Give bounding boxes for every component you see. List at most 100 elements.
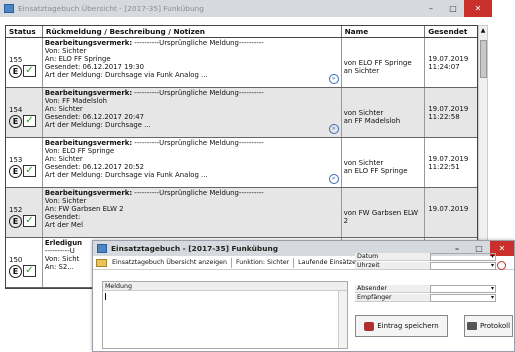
- note-line: Gesendet: 06.12.2017 20:52: [44, 163, 144, 171]
- overview-titlebar: Einsatztagebuch Übersicht - [2017-35] Fu…: [0, 0, 492, 17]
- note-line: An: FW Garbsen ELW 2: [44, 205, 124, 213]
- sent-cell: 19.07.2019 11:24:07: [425, 38, 477, 87]
- table-row[interactable]: 153 E ✓ Bearbeitungsvermerk: ----------Ursp…: [6, 138, 477, 188]
- save-entry-button[interactable]: Eintrag speichern: [355, 315, 448, 337]
- sender-dropdown[interactable]: ▾: [430, 285, 496, 293]
- status-e-icon: E: [9, 265, 22, 278]
- table-header: Status Rückmeldung / Beschreibung / Noti…: [6, 26, 477, 38]
- status-e-icon: E: [9, 165, 22, 178]
- col-name[interactable]: Name: [342, 26, 426, 37]
- protocol-button[interactable]: Protokoll: [464, 315, 513, 337]
- sent-time: 11:22:51: [428, 163, 460, 171]
- save-pin-icon: [364, 321, 375, 331]
- note-line: Art der Meldung: Durchsage via Funk Anal…: [44, 71, 208, 79]
- note-heading-rest: ----------Ursprüngliche Meldung---------…: [132, 89, 264, 97]
- minimize-button[interactable]: –: [420, 0, 442, 17]
- note-line: An: Sichter: [44, 105, 83, 113]
- checkmark-icon[interactable]: ✓: [23, 65, 36, 77]
- entry-number: 152: [9, 206, 23, 214]
- description-cell: Bearbeitungsvermerk: ----------Ursprüngl…: [43, 38, 342, 87]
- date-label: Datum: [355, 253, 430, 261]
- app-icon: [4, 4, 14, 13]
- scroll-thumb[interactable]: [480, 40, 487, 78]
- note-line: Gesendet: 06.12.2017 20:47: [44, 113, 144, 121]
- name-cell: von FW Garbsen ELW 2: [342, 188, 426, 237]
- col-status[interactable]: Status: [6, 26, 43, 37]
- note-heading: Bearbeitungsvermerk:: [44, 39, 133, 47]
- description-cell: Bearbeitungsvermerk: ----------Ursprüngl…: [43, 138, 342, 187]
- status-e-icon: E: [9, 215, 22, 228]
- expand-chevron-icon[interactable]: »: [328, 74, 339, 84]
- note-heading: Bearbeitungsvermerk:: [44, 89, 133, 97]
- description-cell: Bearbeitungsvermerk: ----------Ursprüngl…: [43, 88, 342, 137]
- message-field[interactable]: Meldung: [102, 281, 348, 349]
- col-sent[interactable]: Gesendet: [425, 26, 477, 37]
- name-to: an FF Madelsloh: [343, 117, 401, 125]
- function-label: Funktion: Sichter: [235, 259, 290, 266]
- note-line: Art der Meldung: Durchsage via Funk Anal…: [44, 171, 208, 179]
- checkmark-icon[interactable]: ✓: [23, 165, 36, 177]
- expand-chevron-icon[interactable]: »: [328, 124, 339, 134]
- sender-label: Absender: [355, 285, 430, 293]
- running-operations-button[interactable]: Laufende Einsätze: [298, 259, 356, 266]
- sent-time: 11:24:07: [428, 63, 460, 71]
- note-line: An: ELO FF Springe: [44, 55, 111, 63]
- sent-date: 19.07.2019: [428, 55, 469, 63]
- text-cursor: [105, 293, 106, 300]
- table-row[interactable]: 155 E ✓ Bearbeitungsvermerk: ----------Ursp…: [6, 38, 477, 88]
- checkmark-icon[interactable]: ✓: [23, 215, 36, 227]
- time-dropdown[interactable]: ▾: [430, 262, 496, 270]
- time-label: Uhrzeit: [355, 262, 430, 270]
- name-from: von Sichter: [343, 159, 384, 167]
- date-dropdown[interactable]: ▾: [430, 253, 496, 261]
- recipient-dropdown[interactable]: ▾: [430, 294, 496, 302]
- status-cell: 155 E ✓: [6, 38, 43, 87]
- sent-date: 19.07.2019: [428, 155, 469, 163]
- sent-cell: 19.07.2019 11:22:58: [425, 88, 477, 137]
- clock-icon[interactable]: [497, 261, 506, 270]
- note-heading-rest: ----------Ursprüngliche Meldung---------…: [132, 39, 264, 47]
- note-heading-rest: ----------Ursprüngliche Meldung---------…: [132, 189, 264, 197]
- sent-date: 19.07.2019: [428, 205, 469, 213]
- entry-number: 154: [9, 106, 23, 114]
- toolbar-separator: [293, 257, 295, 268]
- sent-time: 11:22:58: [428, 113, 460, 121]
- message-scrollbar[interactable]: [338, 291, 347, 348]
- note-line: Art der Meldung: Durchsage ...: [44, 121, 151, 129]
- message-label: Meldung: [103, 282, 347, 291]
- description-cell: Bearbeitungsvermerk: ----------Ursprüngl…: [43, 188, 342, 237]
- app-icon: [97, 244, 107, 253]
- toolbar-separator: [230, 257, 232, 268]
- protocol-label: Protokoll: [479, 322, 511, 330]
- status-e-icon: E: [9, 65, 22, 78]
- expand-chevron-icon[interactable]: »: [328, 174, 339, 184]
- note-line: An: Sichter: [44, 155, 83, 163]
- folder-icon[interactable]: [96, 258, 107, 267]
- table-row[interactable]: 154 E ✓ Bearbeitungsvermerk: ----------Ursp…: [6, 88, 477, 138]
- entry-number: 150: [9, 256, 23, 264]
- name-from: von ELO FF Springe: [343, 59, 412, 67]
- name-cell: von Sichter an ELO FF Springe: [342, 138, 426, 187]
- checkmark-icon[interactable]: ✓: [23, 115, 36, 127]
- name-from: von FW Garbsen ELW: [343, 209, 419, 217]
- close-button[interactable]: ✕: [464, 0, 492, 17]
- sent-date: 19.07.2019: [428, 105, 469, 113]
- note-line: Von: Sichter: [44, 197, 87, 205]
- note-line: Von: Sichter: [44, 47, 87, 55]
- status-e-icon: E: [9, 115, 22, 128]
- maximize-button[interactable]: □: [442, 0, 464, 17]
- entry-number: 153: [9, 156, 23, 164]
- note-line: Gesendet:: [44, 213, 81, 221]
- note-line: Art der Mel: [44, 221, 84, 229]
- scroll-up-arrow[interactable]: ▲: [479, 26, 487, 35]
- printer-icon: [466, 322, 477, 330]
- name-to: an Sichter: [343, 67, 380, 75]
- col-description[interactable]: Rückmeldung / Beschreibung / Notizen: [43, 26, 342, 37]
- checkmark-icon[interactable]: ✓: [23, 265, 36, 277]
- name-from: von Sichter: [343, 109, 384, 117]
- table-row[interactable]: 152 E ✓ Bearbeitungsvermerk: ----------Ursp…: [6, 188, 477, 238]
- note-heading-rest: ----------Ursprüngliche Meldung---------…: [132, 139, 264, 147]
- show-overview-button[interactable]: Einsatztagebuch Übersicht anzeigen: [112, 259, 227, 266]
- name-to: 2: [343, 217, 349, 225]
- sent-cell: 19.07.2019: [425, 188, 477, 237]
